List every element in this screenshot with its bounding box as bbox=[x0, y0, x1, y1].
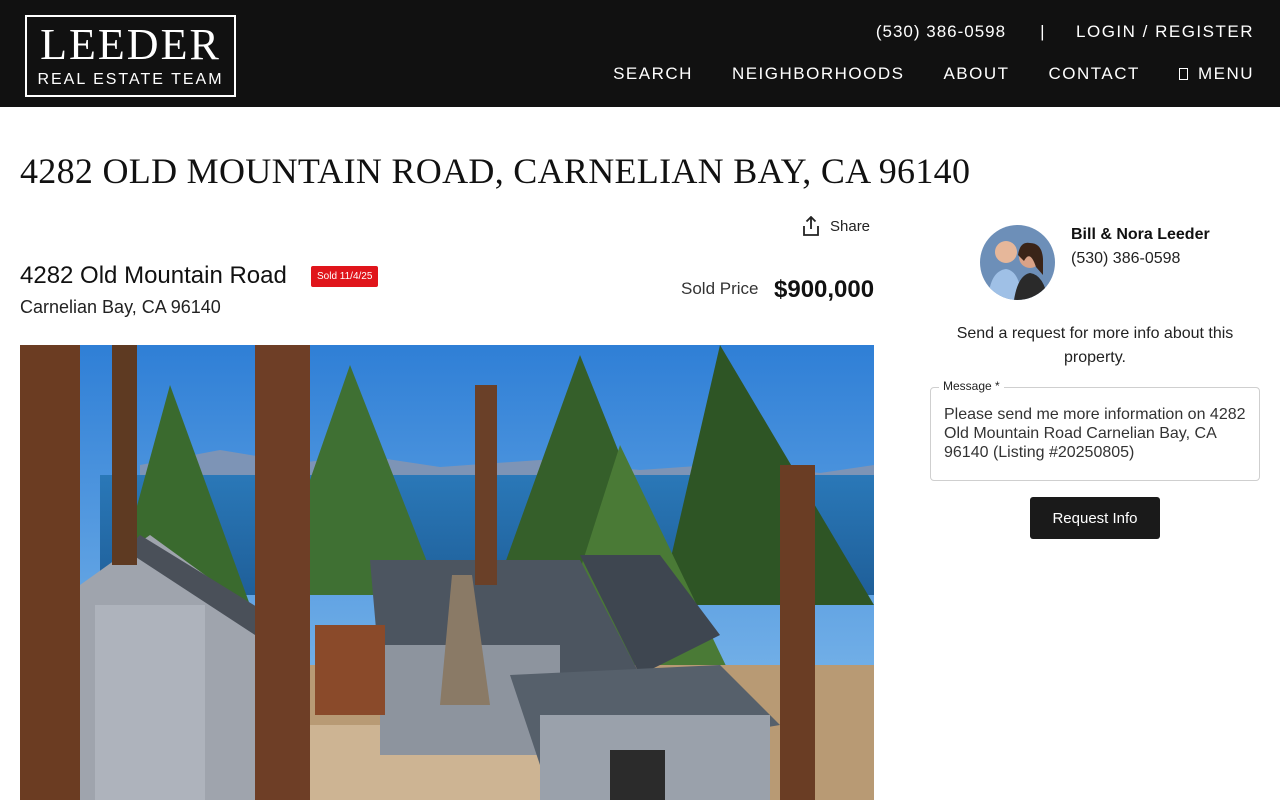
nav-contact[interactable]: CONTACT bbox=[1049, 64, 1140, 84]
nav-neighborhoods[interactable]: NEIGHBORHOODS bbox=[732, 64, 905, 84]
sold-price-value: $900,000 bbox=[774, 276, 875, 303]
message-field-label: Message * bbox=[939, 379, 1004, 393]
share-button[interactable]: Share bbox=[802, 216, 870, 236]
login-register-link[interactable]: LOGIN / REGISTER bbox=[1076, 22, 1254, 42]
request-info-button[interactable]: Request Info bbox=[1030, 497, 1160, 539]
share-icon bbox=[803, 216, 819, 236]
agent-avatar bbox=[980, 225, 1055, 300]
site-header: LEEDER REAL ESTATE TEAM (530) 386-0598 |… bbox=[0, 0, 1280, 107]
header-topline: (530) 386-0598 | LOGIN / REGISTER bbox=[876, 22, 1254, 42]
status-badge: Sold 11/4/25 bbox=[311, 266, 379, 287]
sold-price-label: Sold Price bbox=[681, 279, 759, 298]
share-label: Share bbox=[830, 217, 871, 235]
site-logo[interactable]: LEEDER REAL ESTATE TEAM bbox=[25, 15, 236, 97]
message-field-value[interactable]: Please send me more information on 4282 … bbox=[944, 405, 1252, 462]
nav-menu-button[interactable]: MENU bbox=[1178, 64, 1254, 84]
menu-icon bbox=[1178, 68, 1188, 80]
header-separator: | bbox=[1040, 22, 1047, 41]
nav-menu-label: MENU bbox=[1197, 64, 1254, 83]
request-info-text: Send a request for more info about this … bbox=[956, 325, 1234, 366]
listing-city-line: Carnelian Bay, CA 96140 bbox=[20, 297, 221, 317]
main-nav: SEARCH NEIGHBORHOODS ABOUT CONTACT MENU bbox=[574, 64, 1254, 84]
page-title: 4282 OLD MOUNTAIN ROAD, CARNELIAN BAY, C… bbox=[20, 151, 971, 191]
listing-photo[interactable] bbox=[20, 345, 874, 800]
agent-phone[interactable]: (530) 386-0598 bbox=[1071, 250, 1180, 268]
listing-street: 4282 Old Mountain Road bbox=[20, 262, 287, 289]
logo-tagline: REAL ESTATE TEAM bbox=[37, 71, 224, 88]
nav-about[interactable]: ABOUT bbox=[943, 64, 1009, 84]
agent-name: Bill & Nora Leeder bbox=[1071, 226, 1210, 243]
header-phone-link[interactable]: (530) 386-0598 bbox=[876, 22, 1006, 42]
nav-search[interactable]: SEARCH bbox=[613, 64, 693, 84]
logo-wordmark: LEEDER bbox=[40, 20, 221, 69]
